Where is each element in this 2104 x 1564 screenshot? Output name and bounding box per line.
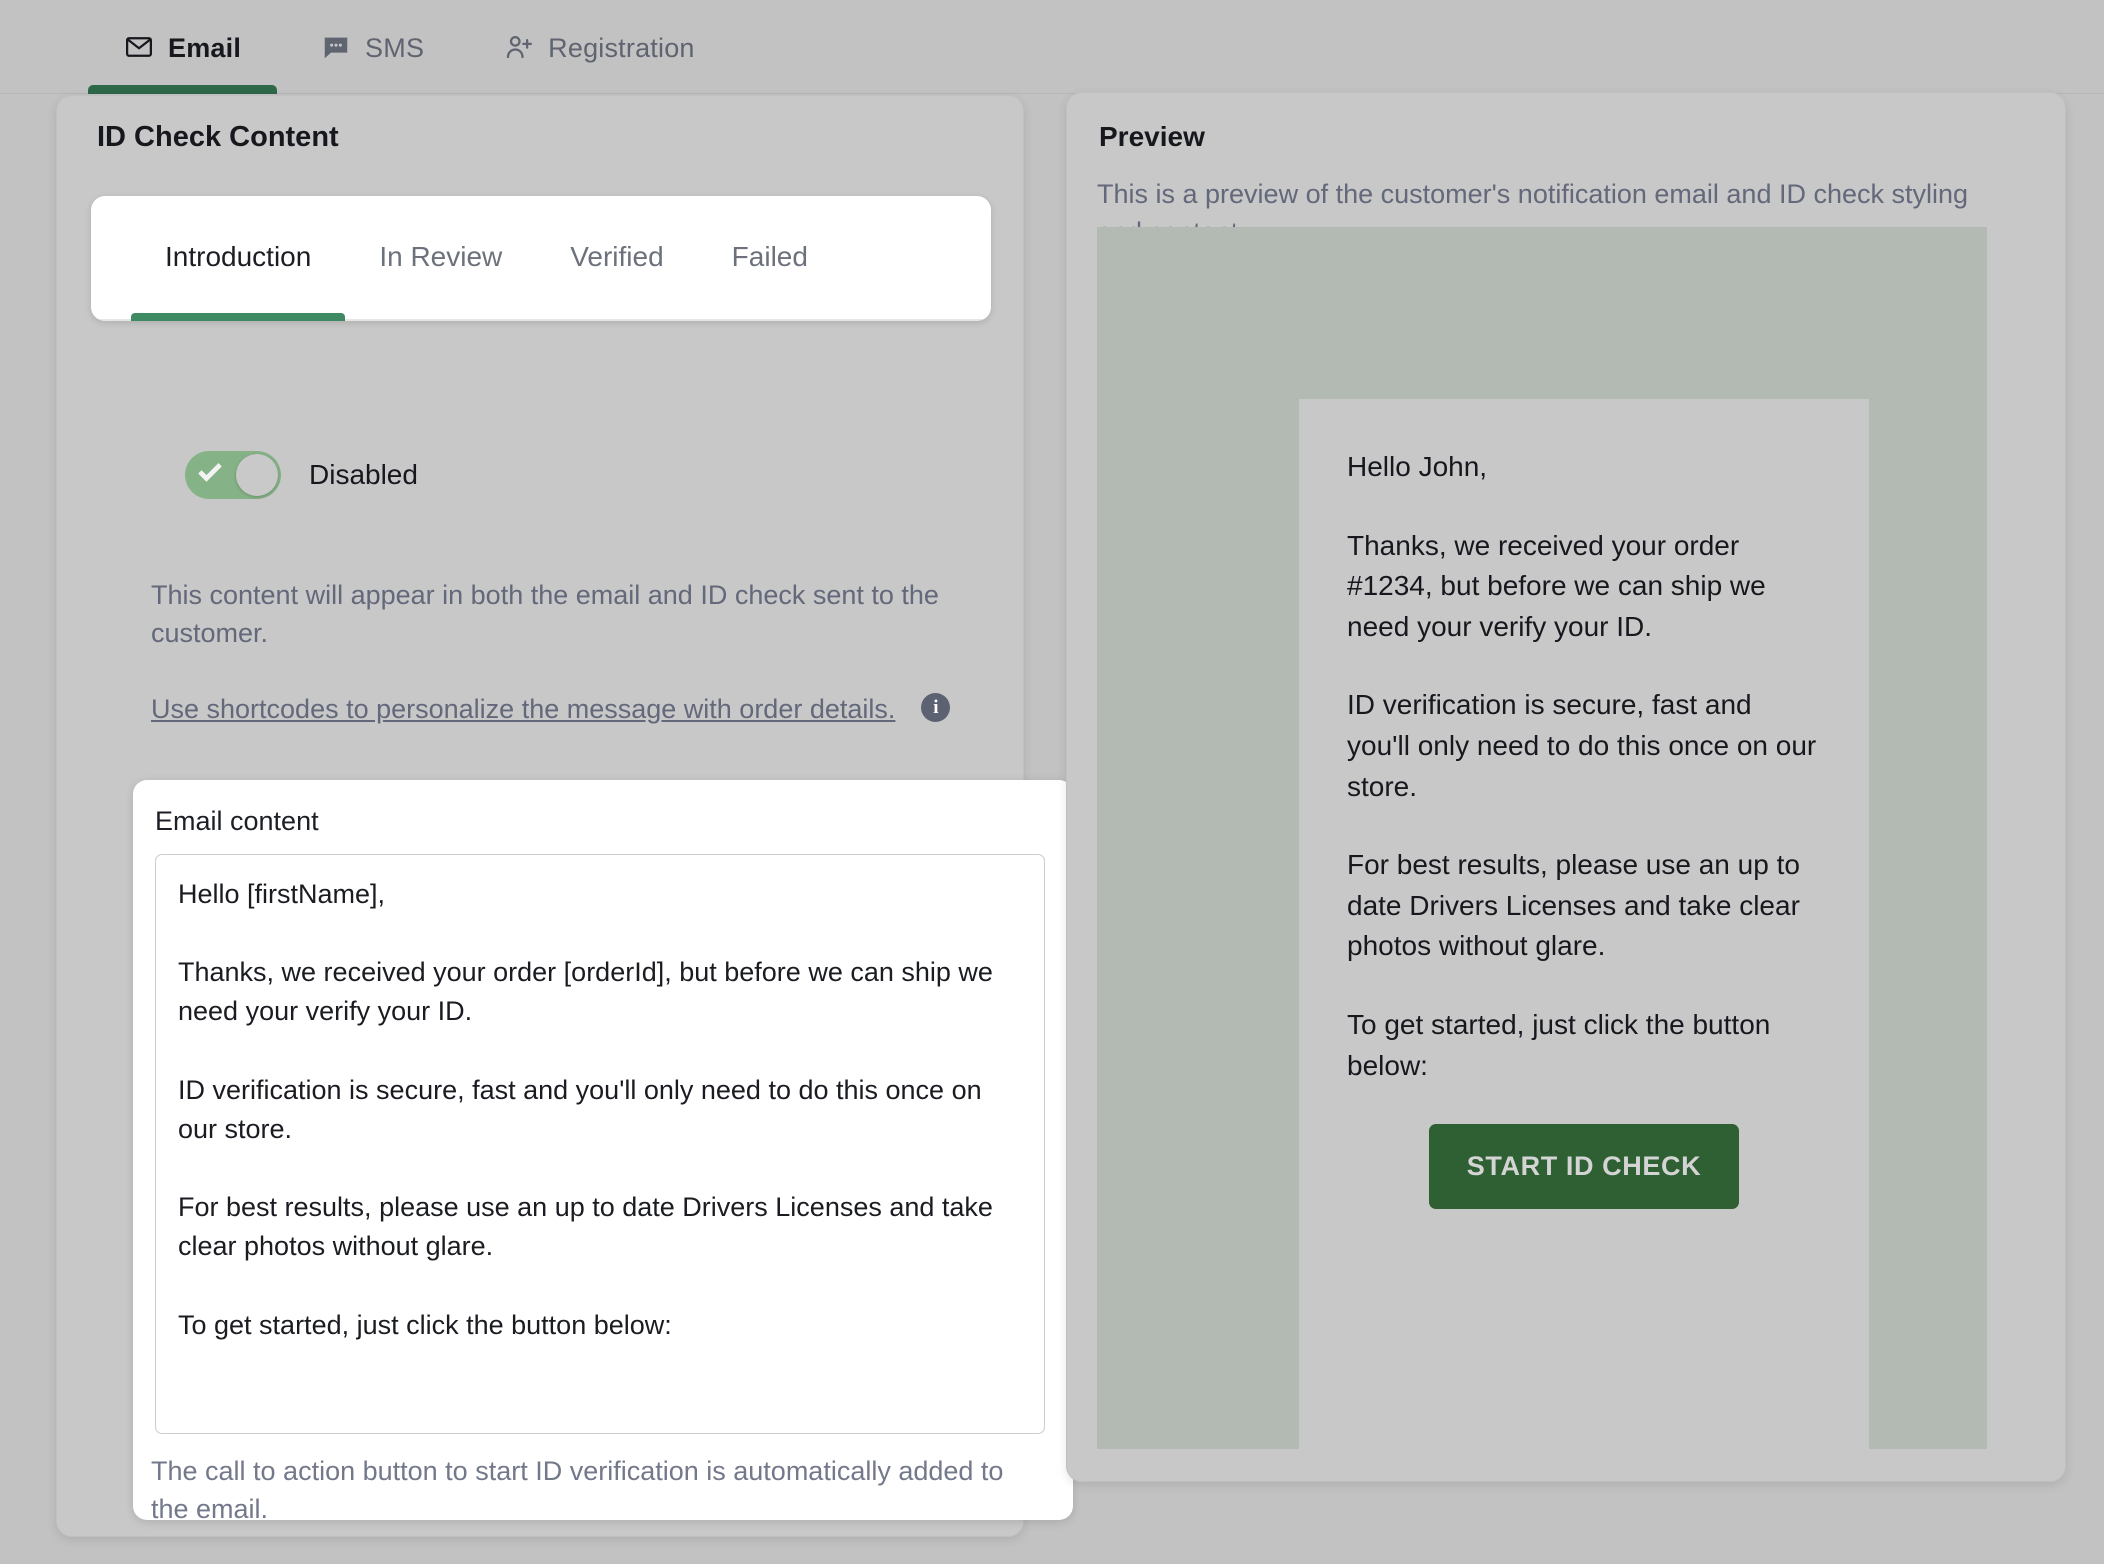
tab-registration[interactable]: Registration xyxy=(464,0,734,94)
tab-sms-label: SMS xyxy=(365,32,425,63)
preview-paragraph: For best results, please use an up to da… xyxy=(1347,849,1800,962)
subtab-failed-label: Failed xyxy=(731,240,808,272)
subtab-introduction[interactable]: Introduction xyxy=(131,196,346,321)
app-root: Email SMS Registration ID Check Content … xyxy=(0,0,2104,1564)
subtab-verified[interactable]: Verified xyxy=(536,196,697,321)
preview-cta-wrap: START ID CHECK xyxy=(1347,1124,1821,1210)
page-title: ID Check Content xyxy=(97,121,339,153)
subtab-verified-label: Verified xyxy=(570,240,664,272)
email-content-label: Email content xyxy=(155,806,319,836)
preview-paragraph: Hello John, xyxy=(1347,451,1488,482)
toggle-state-label: Disabled xyxy=(309,459,418,490)
preview-card: Preview This is a preview of the custome… xyxy=(1066,92,2066,1482)
enable-toggle-row: Disabled xyxy=(185,451,418,499)
content-description: This content will appear in both the ema… xyxy=(151,580,939,649)
tab-email-label: Email xyxy=(168,32,242,63)
subtab-in-review[interactable]: In Review xyxy=(345,196,536,321)
email-helper-text: The call to action button to start ID ve… xyxy=(151,1456,1004,1525)
email-content-input[interactable] xyxy=(155,854,1045,1434)
toggle-knob xyxy=(236,454,278,496)
preview-email-body: Hello John, Thanks, we received your ord… xyxy=(1299,399,1869,1449)
channel-tab-bar: Email SMS Registration xyxy=(0,0,2104,94)
preview-paragraph: To get started, just click the button be… xyxy=(1347,1008,1771,1081)
preview-frame: Hello John, Thanks, we received your ord… xyxy=(1097,227,1987,1449)
subtab-introduction-label: Introduction xyxy=(165,240,312,272)
preview-paragraph: Thanks, we received your order #1234, bu… xyxy=(1347,529,1766,642)
email-content-panel: Email content The call to action button … xyxy=(133,780,1073,1524)
shortcode-link[interactable]: Use shortcodes to personalize the messag… xyxy=(151,694,895,725)
enable-toggle[interactable] xyxy=(185,451,281,499)
envelope-icon xyxy=(124,32,154,62)
tab-email[interactable]: Email xyxy=(84,0,281,94)
preview-title: Preview xyxy=(1099,121,1205,152)
shortcode-link-row: Use shortcodes to personalize the messag… xyxy=(151,693,951,725)
status-subtab-bar: Introduction In Review Verified Failed xyxy=(91,196,991,321)
subtab-failed[interactable]: Failed xyxy=(698,196,842,321)
info-icon[interactable]: i xyxy=(921,693,951,722)
subtab-in-review-label: In Review xyxy=(379,240,503,272)
tab-registration-label: Registration xyxy=(548,32,695,63)
start-id-check-button[interactable]: START ID CHECK xyxy=(1428,1124,1740,1210)
check-icon xyxy=(197,457,223,483)
tab-sms[interactable]: SMS xyxy=(281,0,464,94)
preview-paragraph: ID verification is secure, fast and you'… xyxy=(1347,689,1817,802)
id-check-content-card: ID Check Content Introduction In Review … xyxy=(56,95,1073,1537)
chat-bubble-icon xyxy=(321,32,351,62)
person-add-icon xyxy=(504,32,534,62)
